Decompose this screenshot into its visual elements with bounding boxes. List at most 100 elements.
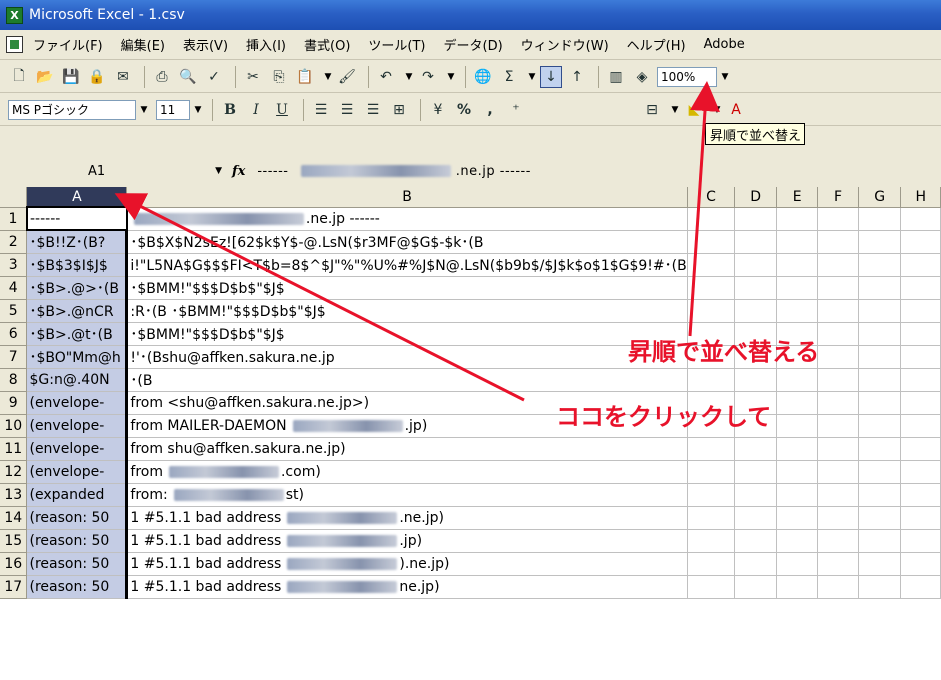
sort-ascending-icon[interactable]: ↓ <box>540 65 562 88</box>
cell[interactable] <box>858 506 902 530</box>
workbook-icon[interactable] <box>6 36 23 53</box>
undo-dropdown-icon[interactable]: ▼ <box>401 67 417 87</box>
cell[interactable] <box>687 460 736 484</box>
cell-b[interactable]: 1 #5.1.1 bad address).ne.jp) <box>126 552 688 576</box>
row-header[interactable]: 2 <box>0 230 28 254</box>
cell[interactable] <box>900 253 941 277</box>
menu-window[interactable]: ウィンドウ(W) <box>521 35 609 54</box>
cell[interactable] <box>776 276 819 300</box>
print-preview-icon[interactable]: 🔍 <box>177 66 199 88</box>
cell[interactable] <box>858 414 902 438</box>
cell[interactable] <box>858 207 902 231</box>
merge-center-icon[interactable]: ⊞ <box>388 99 410 121</box>
paste-icon[interactable]: 📋 <box>294 66 316 88</box>
email-icon[interactable]: ✉ <box>112 66 134 88</box>
italic-button[interactable]: I <box>245 99 267 121</box>
cell[interactable] <box>734 299 778 323</box>
fill-color-dropdown-icon[interactable]: ▼ <box>709 100 725 120</box>
cell[interactable] <box>687 437 736 461</box>
zoom-select[interactable]: 100% <box>657 66 717 87</box>
cell[interactable] <box>817 207 859 231</box>
cell-a[interactable]: (envelope- <box>26 460 129 484</box>
cell[interactable] <box>687 368 736 392</box>
copy-icon[interactable]: ⎘ <box>268 66 290 88</box>
redo-icon[interactable]: ↷ <box>417 66 439 88</box>
cell[interactable] <box>900 552 941 576</box>
redo-dropdown-icon[interactable]: ▼ <box>443 67 459 87</box>
menu-view[interactable]: 表示(V) <box>183 35 228 54</box>
cell[interactable] <box>776 437 819 461</box>
autosum-icon[interactable]: Σ <box>498 66 520 88</box>
align-center-icon[interactable]: ☰ <box>336 99 358 121</box>
cell-b[interactable]: 1 #5.1.1 bad address .ne.jp) <box>126 506 688 530</box>
cell-a[interactable]: ･$B>.@t･(B <box>26 322 129 346</box>
permission-icon[interactable]: 🔒 <box>86 66 108 88</box>
cell[interactable] <box>858 552 902 576</box>
cell-a[interactable]: ･$B$3$I$J$ <box>26 253 129 277</box>
row-header[interactable]: 7 <box>0 345 28 369</box>
menu-adobe[interactable]: Adobe <box>704 37 745 52</box>
row-header[interactable]: 3 <box>0 253 28 277</box>
cell[interactable] <box>776 253 819 277</box>
cell[interactable] <box>687 483 736 507</box>
row-header[interactable]: 6 <box>0 322 28 346</box>
row-header[interactable]: 14 <box>0 506 28 530</box>
cell[interactable] <box>687 506 736 530</box>
cell[interactable] <box>734 253 778 277</box>
cut-icon[interactable]: ✂ <box>242 66 264 88</box>
cell[interactable] <box>687 276 736 300</box>
cell[interactable] <box>817 575 859 599</box>
cell[interactable] <box>900 460 941 484</box>
cell[interactable] <box>776 483 819 507</box>
cell[interactable] <box>900 322 941 346</box>
row-header[interactable]: 9 <box>0 391 28 415</box>
cell[interactable] <box>734 368 778 392</box>
cell[interactable] <box>776 230 819 254</box>
cell[interactable] <box>858 483 902 507</box>
font-name-select[interactable]: MS Pゴシック <box>8 99 136 120</box>
format-painter-icon[interactable]: 🖌 <box>336 66 358 88</box>
cell-b[interactable]: :R･(B ･$BMM!"$$$D$b$"$J$ <box>126 299 688 323</box>
cell[interactable] <box>900 414 941 438</box>
cell-b[interactable]: ･$BMM!"$$$D$b$"$J$ <box>126 276 688 300</box>
cell[interactable] <box>687 207 736 231</box>
cell[interactable] <box>858 276 902 300</box>
row-header[interactable]: 15 <box>0 529 28 553</box>
cell-a[interactable]: (reason: 50 <box>26 552 129 576</box>
cell[interactable] <box>734 437 778 461</box>
cell-a[interactable]: ･$B!!Z･(B? <box>26 230 129 254</box>
cell[interactable] <box>734 552 778 576</box>
spelling-icon[interactable]: ✓ <box>203 66 225 88</box>
cell[interactable] <box>858 299 902 323</box>
zoom-dropdown-icon[interactable]: ▼ <box>717 67 733 87</box>
column-header-e[interactable]: E <box>776 187 819 208</box>
cell[interactable] <box>900 483 941 507</box>
cell[interactable] <box>776 391 819 415</box>
cell[interactable] <box>900 368 941 392</box>
cell[interactable] <box>817 437 859 461</box>
cell-a[interactable]: (reason: 50 <box>26 506 129 530</box>
cell[interactable] <box>776 414 819 438</box>
cell[interactable] <box>817 230 859 254</box>
percent-button[interactable]: % <box>453 99 475 121</box>
autosum-dropdown-icon[interactable]: ▼ <box>524 67 540 87</box>
cell[interactable] <box>817 391 859 415</box>
font-size-select[interactable]: 11 <box>156 99 190 120</box>
underline-button[interactable]: U <box>271 99 293 121</box>
cell[interactable] <box>900 391 941 415</box>
currency-icon[interactable]: ¥ <box>427 99 449 121</box>
cell-b[interactable]: from shu@affken.sakura.ne.jp) <box>126 437 688 461</box>
cell[interactable] <box>900 437 941 461</box>
new-file-icon[interactable]: 🗋 <box>8 66 30 88</box>
cell[interactable] <box>858 437 902 461</box>
cell[interactable] <box>687 552 736 576</box>
cell-b[interactable]: from .com) <box>126 460 688 484</box>
cell[interactable] <box>734 460 778 484</box>
open-folder-icon[interactable]: 📂 <box>34 66 56 88</box>
cell[interactable] <box>817 345 859 369</box>
drawing-icon[interactable]: ◈ <box>631 66 653 88</box>
formula-input[interactable]: ------ .ne.jp ------ <box>257 164 531 179</box>
cell[interactable] <box>734 207 778 231</box>
cell[interactable] <box>858 322 902 346</box>
cell-a[interactable]: (envelope- <box>26 391 129 415</box>
